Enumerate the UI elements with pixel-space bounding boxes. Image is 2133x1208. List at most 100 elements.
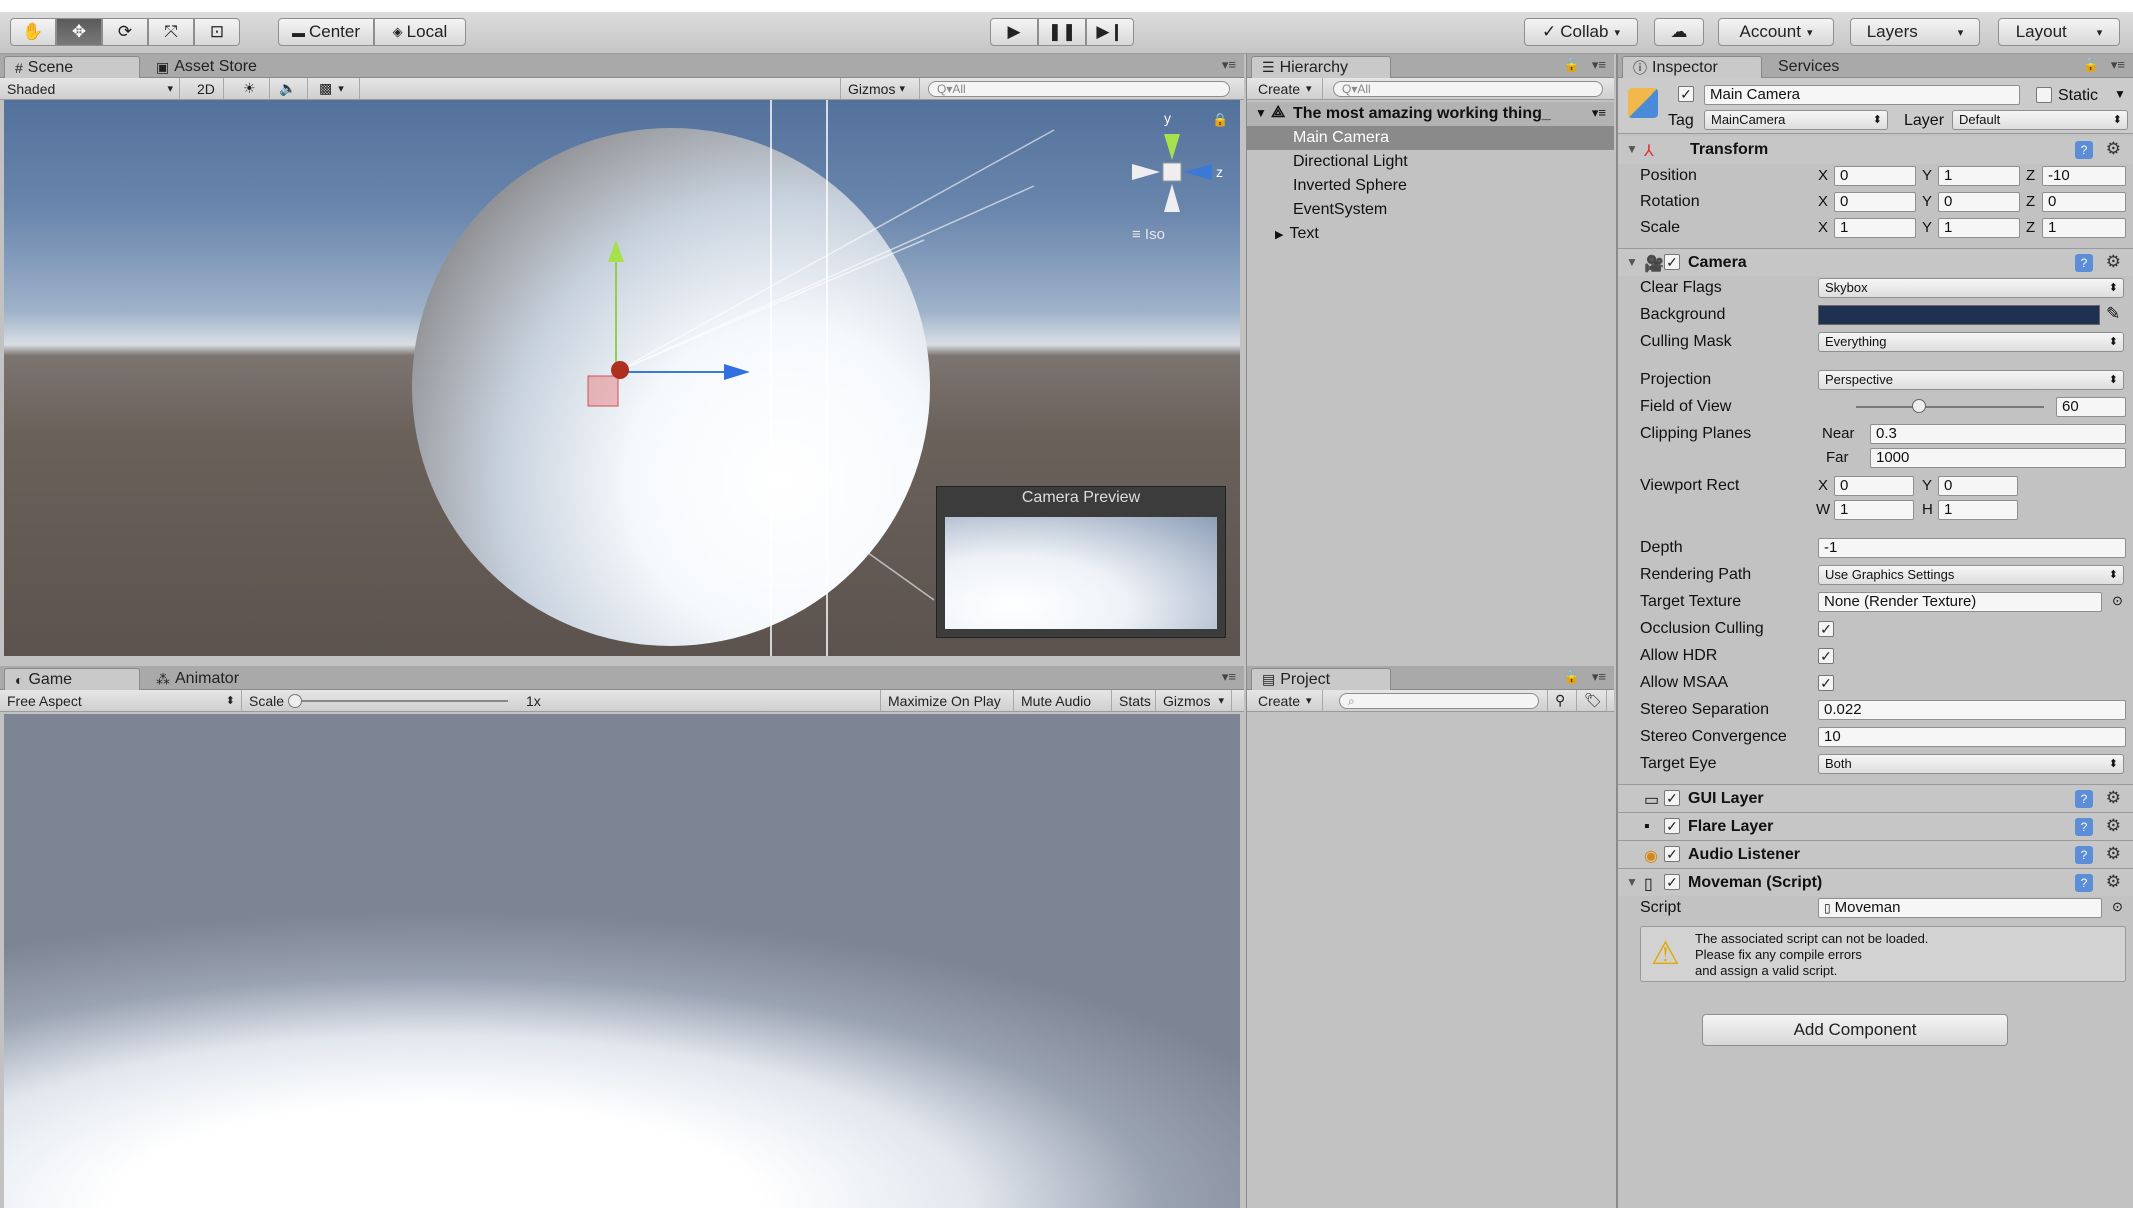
object-picker-icon[interactable]: ⊙ <box>2112 899 2123 915</box>
audio-toggle[interactable]: 🔈 <box>272 78 308 99</box>
account-dropdown[interactable]: Account ▾ <box>1718 18 1834 46</box>
camera-enabled-checkbox[interactable]: ✓ <box>1664 254 1680 270</box>
tab-asset-store[interactable]: ▣ Asset Store <box>146 56 267 78</box>
rect-tool-button[interactable]: ⊡ <box>194 18 240 46</box>
rotation-x-field[interactable]: 0 <box>1834 192 1916 212</box>
occlusion-culling-checkbox[interactable]: ✓ <box>1818 621 1834 637</box>
moveman-checkbox[interactable]: ✓ <box>1664 874 1680 890</box>
viewport-x-field[interactable]: 0 <box>1834 476 1914 496</box>
moveman-component-header[interactable]: ▼ ▯ ✓ Moveman (Script) ? ⚙ <box>1618 868 2133 896</box>
position-x-field[interactable]: 0 <box>1834 166 1916 186</box>
audio-listener-checkbox[interactable]: ✓ <box>1664 846 1680 862</box>
panel-menu-icon[interactable]: ▾≡ <box>1592 57 1606 73</box>
add-component-button[interactable]: Add Component <box>1702 1014 2008 1046</box>
lock-icon[interactable]: 🔒 <box>1564 57 1580 73</box>
gear-icon[interactable]: ⚙ <box>2106 816 2121 836</box>
orientation-gizmo-icon[interactable] <box>1120 112 1230 222</box>
hierarchy-item-inverted-sphere[interactable]: Inverted Sphere <box>1293 174 1407 198</box>
step-button[interactable]: ▶❙ <box>1086 18 1134 46</box>
gear-icon[interactable]: ⚙ <box>2106 872 2121 892</box>
tab-game[interactable]: ◐ Game <box>4 668 140 690</box>
scale-slider-thumb[interactable] <box>288 694 302 708</box>
pause-button[interactable]: ❚❚ <box>1038 18 1086 46</box>
flare-layer-component-header[interactable]: ▪ ✓ Flare Layer ? ⚙ <box>1618 812 2133 840</box>
fold-open-icon[interactable]: ▼ <box>1626 142 1638 156</box>
stats-toggle[interactable]: Stats <box>1112 690 1156 711</box>
background-color-swatch[interactable] <box>1818 305 2100 325</box>
panel-menu-icon[interactable]: ▾≡ <box>2111 57 2125 73</box>
scene-root-row[interactable]: ▼ ⟁ The most amazing working thing_ ▾≡ <box>1247 102 1614 126</box>
position-z-field[interactable]: -10 <box>2042 166 2126 186</box>
tab-inspector[interactable]: ⓘ Inspector <box>1622 56 1762 78</box>
fold-open-icon[interactable]: ▼ <box>1626 255 1638 269</box>
pivot-local-button[interactable]: ◈ Local <box>374 18 466 46</box>
target-texture-field[interactable]: None (Render Texture) <box>1818 592 2102 612</box>
help-book-icon[interactable]: ? <box>2075 846 2093 864</box>
viewport-h-field[interactable]: 1 <box>1938 500 2018 520</box>
lock-icon[interactable]: 🔒 <box>1564 669 1580 685</box>
object-picker-icon[interactable]: ⊙ <box>2112 593 2123 609</box>
collab-dropdown[interactable]: ✓ Collab ▾ <box>1524 18 1638 46</box>
scale-z-field[interactable]: 1 <box>2042 218 2126 238</box>
shading-mode-dropdown[interactable]: Shaded ▾ <box>0 78 180 99</box>
layers-dropdown[interactable]: Layers ▾ <box>1850 18 1980 46</box>
audio-listener-component-header[interactable]: ◉ ✓ Audio Listener ? ⚙ <box>1618 840 2133 868</box>
hierarchy-search-input[interactable]: Q▾All <box>1333 81 1603 97</box>
move-tool-button[interactable]: ✥ <box>56 18 102 46</box>
help-book-icon[interactable]: ? <box>2075 818 2093 836</box>
hierarchy-item-eventsystem[interactable]: EventSystem <box>1293 198 1387 222</box>
position-y-field[interactable]: 1 <box>1938 166 2020 186</box>
hierarchy-create-dropdown[interactable]: Create ▾ <box>1251 78 1323 99</box>
gear-icon[interactable]: ⚙ <box>2106 844 2121 864</box>
far-field[interactable]: 1000 <box>1870 448 2126 468</box>
scale-y-field[interactable]: 1 <box>1938 218 2020 238</box>
viewport-w-field[interactable]: 1 <box>1834 500 1914 520</box>
dropdown-arrow-icon[interactable]: ▼ <box>2114 87 2126 101</box>
maximize-on-play-toggle[interactable]: Maximize On Play <box>880 690 1014 711</box>
scale-x-field[interactable]: 1 <box>1834 218 1916 238</box>
tab-services[interactable]: Services <box>1768 56 1849 78</box>
layout-dropdown[interactable]: Layout ▾ <box>1998 18 2120 46</box>
target-eye-dropdown[interactable]: Both <box>1818 754 2124 774</box>
game-gizmos-dropdown[interactable]: Gizmos ▾ <box>1156 690 1232 711</box>
mode-2d-toggle[interactable]: 2D <box>190 78 224 99</box>
help-book-icon[interactable]: ? <box>2075 141 2093 159</box>
filter-by-label-button[interactable]: 🏷 <box>1577 690 1607 711</box>
fold-open-icon[interactable]: ▼ <box>1255 106 1267 120</box>
hierarchy-item-directional-light[interactable]: Directional Light <box>1293 150 1408 174</box>
camera-component-header[interactable]: ▼ 🎥 ✓ Camera ? ⚙ <box>1618 248 2133 276</box>
aspect-dropdown[interactable]: Free Aspect ⬍ <box>0 690 242 711</box>
help-book-icon[interactable]: ? <box>2075 790 2093 808</box>
hand-tool-button[interactable]: ✋ <box>10 18 56 46</box>
scene-menu-icon[interactable]: ▾≡ <box>1592 105 1606 121</box>
tag-dropdown[interactable]: MainCamera <box>1704 110 1888 130</box>
stereo-separation-field[interactable]: 0.022 <box>1818 700 2126 720</box>
panel-menu-icon[interactable]: ▾≡ <box>1222 57 1236 73</box>
gameobject-active-checkbox[interactable]: ✓ <box>1678 86 1694 102</box>
filter-by-type-button[interactable]: ⚲ <box>1547 690 1577 711</box>
flare-layer-checkbox[interactable]: ✓ <box>1664 818 1680 834</box>
gear-icon[interactable]: ⚙ <box>2106 788 2121 808</box>
rotate-tool-button[interactable]: ⟳ <box>102 18 148 46</box>
projection-dropdown[interactable]: Perspective <box>1818 370 2124 390</box>
pivot-center-button[interactable]: ▬ Center <box>278 18 374 46</box>
fold-open-icon[interactable]: ▼ <box>1626 875 1638 889</box>
scene-gizmos-dropdown[interactable]: Gizmos ▾ <box>840 78 920 99</box>
transform-component-header[interactable]: ▼ ⅄ Transform ? ⚙ <box>1618 136 2133 164</box>
hierarchy-item-main-camera[interactable]: Main Camera <box>1247 126 1614 150</box>
lighting-toggle[interactable]: ☀ <box>236 78 270 99</box>
iso-toggle[interactable]: ≡ Iso <box>1132 226 1165 243</box>
project-search-input[interactable]: ⌕ <box>1339 693 1539 709</box>
rendering-path-dropdown[interactable]: Use Graphics Settings <box>1818 565 2124 585</box>
help-book-icon[interactable]: ? <box>2075 254 2093 272</box>
viewport-y-field[interactable]: 0 <box>1938 476 2018 496</box>
mute-audio-toggle[interactable]: Mute Audio <box>1014 690 1112 711</box>
scale-tool-button[interactable]: ⤧ <box>148 18 194 46</box>
lock-icon[interactable]: 🔒 <box>2083 57 2099 73</box>
tab-hierarchy[interactable]: ☰ Hierarchy <box>1251 56 1391 78</box>
rotation-y-field[interactable]: 0 <box>1938 192 2020 212</box>
near-field[interactable]: 0.3 <box>1870 424 2126 444</box>
scene-viewport[interactable]: y z 🔒 ≡ Iso Camera Preview <box>4 100 1240 656</box>
scene-search-input[interactable]: Q▾All <box>928 81 1230 97</box>
gui-layer-component-header[interactable]: ▭ ✓ GUI Layer ? ⚙ <box>1618 784 2133 812</box>
